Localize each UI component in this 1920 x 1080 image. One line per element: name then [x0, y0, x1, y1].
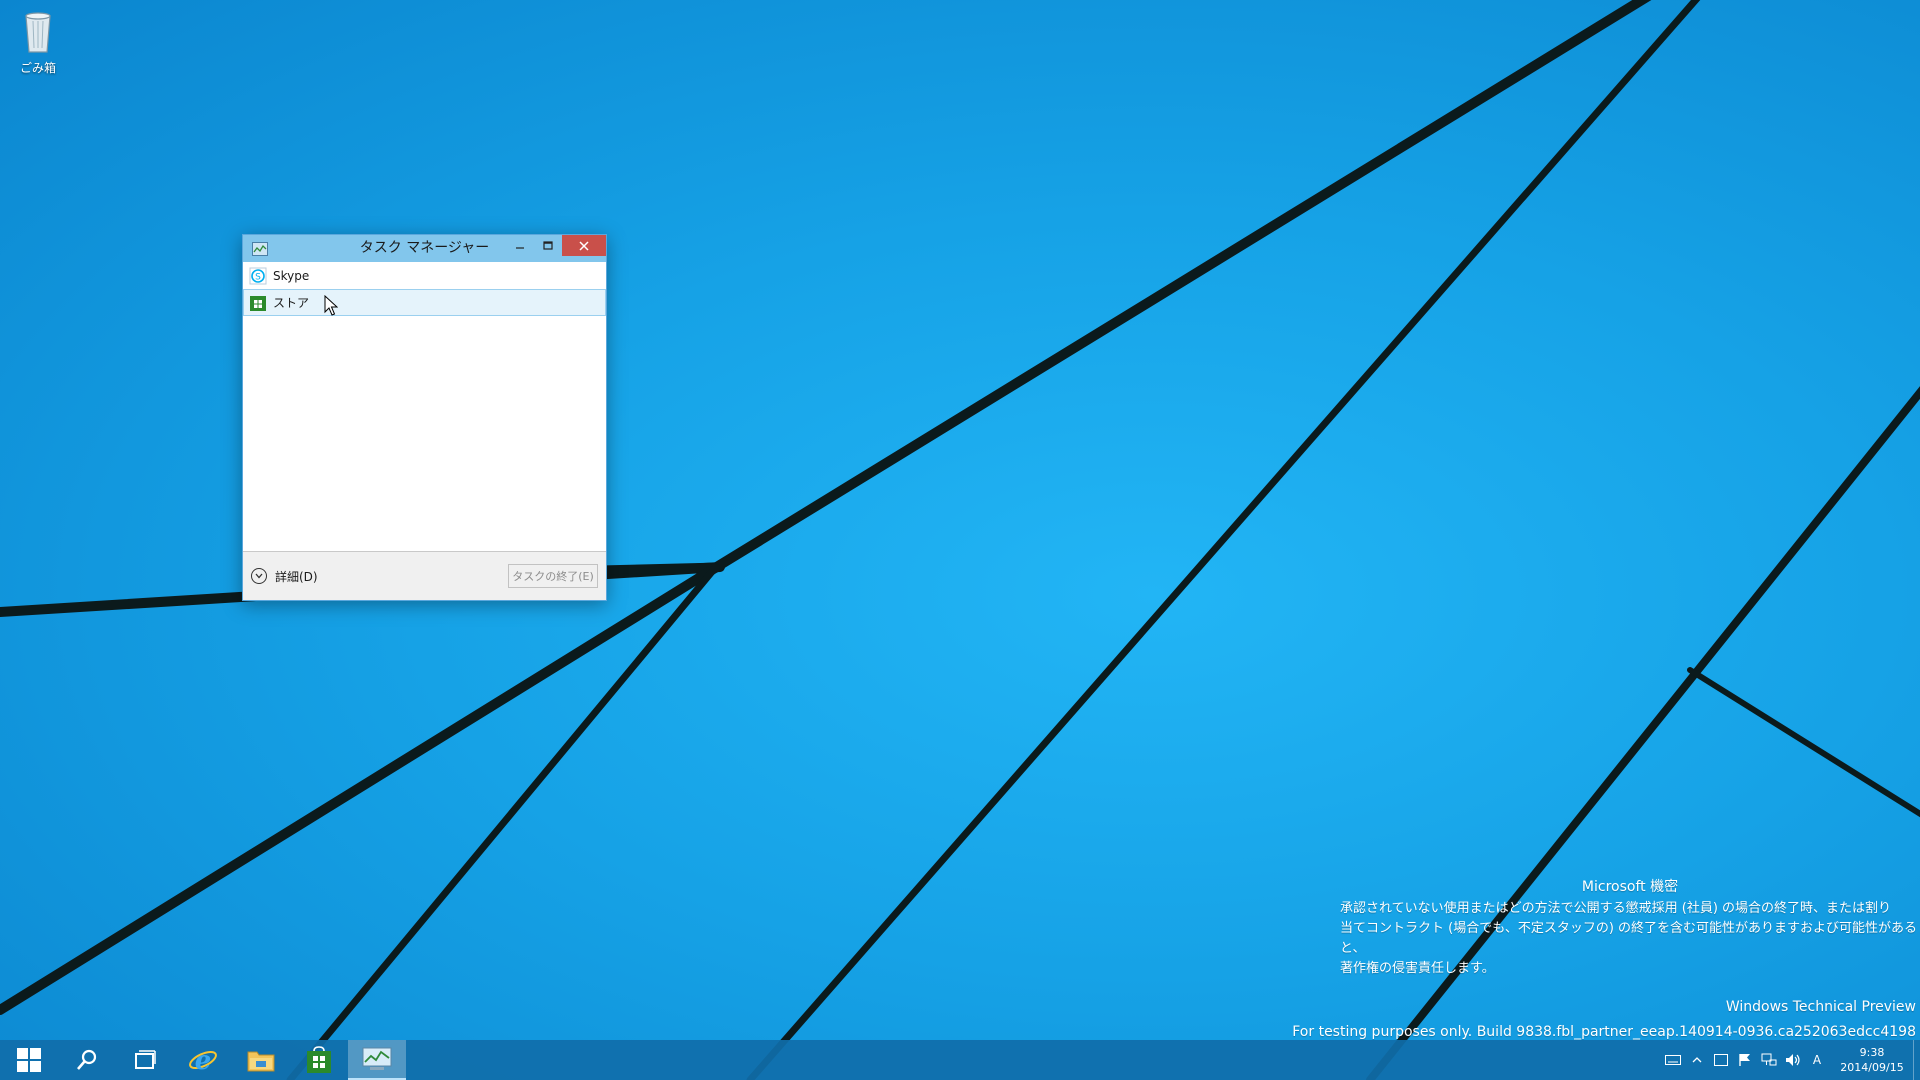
speaker-icon	[1786, 1054, 1800, 1066]
app-row-skype[interactable]: S Skype	[243, 262, 606, 289]
ie-icon: e	[189, 1046, 217, 1075]
end-task-button[interactable]: タスクの終了(E)	[508, 564, 598, 588]
close-button[interactable]	[562, 235, 606, 256]
task-view-icon	[135, 1050, 156, 1069]
recycle-bin-icon	[25, 12, 51, 53]
svg-text:e: e	[195, 1046, 212, 1075]
desktop-icon-label: ごみ箱	[19, 61, 56, 75]
build-watermark: Windows Technical Preview For testing pu…	[1292, 995, 1916, 1045]
task-manager-button[interactable]	[348, 1040, 406, 1080]
more-details-button[interactable]: 詳細(D)	[251, 568, 318, 585]
minimize-button[interactable]	[506, 235, 534, 256]
task-manager-window[interactable]: タスク マネージャー S Skype ストア 詳細(D) タスクの終了(E)	[242, 234, 607, 601]
more-details-label: 詳細(D)	[275, 569, 318, 584]
action-center-button[interactable]	[1733, 1040, 1757, 1080]
show-hidden-icons-button[interactable]	[1685, 1040, 1709, 1080]
confidential-line: 当てコントラクト (場合でも、不定スタッフの) の終了を含む可能性がありますおよ…	[1340, 921, 1918, 956]
chevron-down-icon	[251, 568, 267, 584]
file-explorer-button[interactable]	[232, 1040, 290, 1080]
title-bar[interactable]: タスク マネージャー	[243, 235, 606, 262]
desktop-icon-recycle-bin[interactable]: ごみ箱	[12, 6, 64, 76]
minimize-icon	[516, 246, 524, 249]
internet-explorer-button[interactable]: e	[174, 1040, 232, 1080]
task-view-button[interactable]	[116, 1040, 174, 1080]
confidential-line: 承認されていない使用またはどの方法で公開する懲戒採用 (社員) の場合の終了時、…	[1340, 901, 1892, 916]
window-footer: 詳細(D) タスクの終了(E)	[243, 551, 606, 600]
svg-text:S: S	[255, 272, 261, 282]
chevron-up-icon	[1692, 1057, 1702, 1063]
system-tray: A 9:38 2014/09/15	[1661, 1040, 1920, 1080]
app-name: Skype	[273, 268, 310, 283]
maximize-button[interactable]	[534, 235, 562, 256]
windows-logo-icon	[17, 1048, 41, 1072]
skype-icon: S	[249, 267, 267, 284]
app-list: S Skype ストア	[243, 262, 606, 544]
network-icon	[1761, 1053, 1777, 1066]
maximize-icon	[543, 240, 553, 250]
task-manager-icon	[362, 1047, 392, 1070]
taskbar: e A 9:38 2014/09/15	[0, 1040, 1920, 1080]
start-button[interactable]	[0, 1040, 58, 1080]
clock[interactable]: 9:38 2014/09/15	[1837, 1045, 1907, 1075]
keyboard-icon	[1665, 1055, 1681, 1065]
window-icon	[1714, 1054, 1728, 1066]
store-button[interactable]	[290, 1040, 348, 1080]
confidential-line: 著作権の侵害責任します。	[1340, 961, 1495, 976]
flag-icon	[1739, 1054, 1750, 1066]
search-icon	[77, 1049, 97, 1070]
tray-app-button[interactable]	[1709, 1040, 1733, 1080]
app-row-store[interactable]: ストア	[243, 289, 606, 316]
task-manager-icon	[252, 241, 268, 256]
folder-icon	[247, 1051, 275, 1072]
mouse-cursor-icon	[324, 295, 338, 316]
close-icon	[579, 240, 589, 251]
app-name: ストア	[273, 296, 310, 310]
search-button[interactable]	[58, 1040, 116, 1080]
clock-time: 9:38	[1859, 1046, 1885, 1059]
store-icon	[307, 1046, 331, 1073]
volume-button[interactable]	[1781, 1040, 1805, 1080]
clock-date: 2014/09/15	[1840, 1061, 1904, 1074]
show-desktop-button[interactable]	[1913, 1040, 1920, 1080]
store-icon	[250, 295, 266, 311]
keyboard-tray-button[interactable]	[1661, 1040, 1685, 1080]
confidential-title: Microsoft 機密	[1581, 879, 1679, 895]
network-button[interactable]	[1757, 1040, 1781, 1080]
confidential-notice: Microsoft 機密 承認されていない使用またはどの方法で公開する懲戒採用 …	[1340, 876, 1920, 979]
edition-label: Windows Technical Preview	[1725, 999, 1916, 1015]
ime-mode-button[interactable]: A	[1805, 1040, 1829, 1080]
